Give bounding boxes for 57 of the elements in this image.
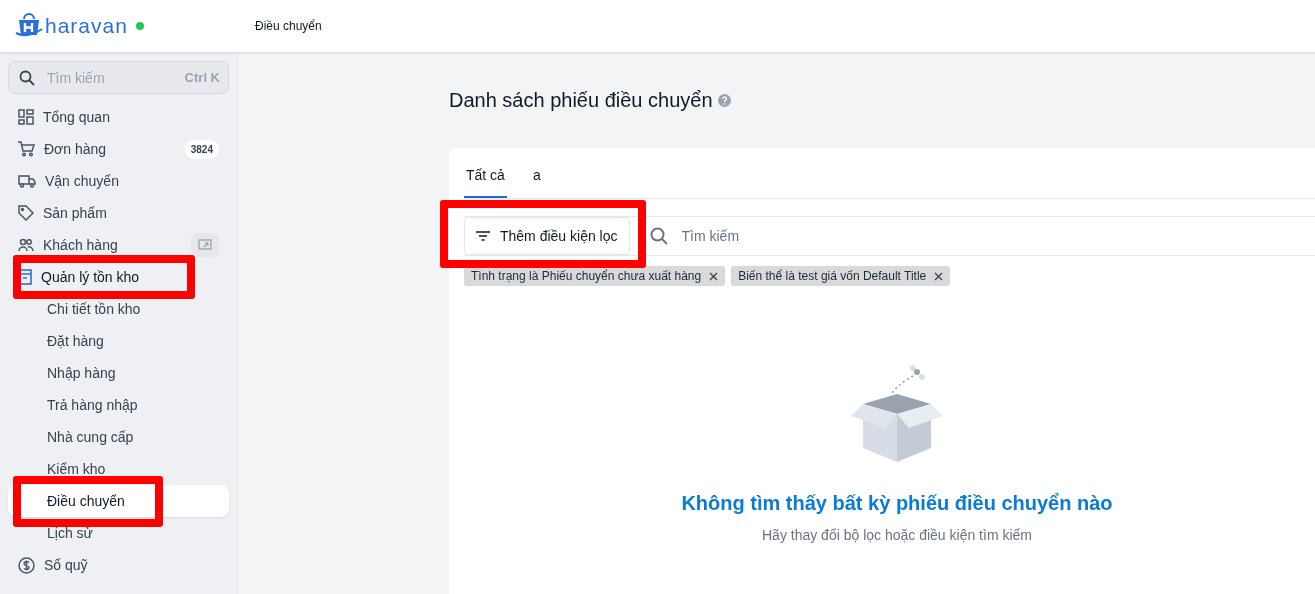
tab[interactable]: a	[530, 167, 543, 198]
nav-label: Nhập hàng	[47, 365, 116, 381]
nav-subitem[interactable]: Điều chuyển	[8, 485, 229, 517]
nav-label: Điều chuyển	[47, 493, 125, 509]
nav-label: Đơn hàng	[44, 141, 107, 157]
dashboard-icon	[18, 109, 34, 125]
nav-label: Vận chuyển	[45, 173, 119, 189]
nav-item[interactable]: Khách hàng	[8, 229, 229, 261]
nav-label: Quản lý tồn kho	[41, 269, 140, 285]
nav-subitem[interactable]: Kiểm kho	[8, 453, 229, 485]
nav-label: Kiểm kho	[47, 461, 106, 477]
close-icon[interactable]	[709, 271, 719, 281]
nav-item[interactable]: Sổ quỹ	[8, 549, 229, 581]
cart-icon	[18, 141, 35, 157]
brand-name: haravan	[45, 14, 128, 38]
nav-subitem[interactable]: Lịch sử	[8, 517, 229, 549]
count-badge: 3824	[184, 139, 219, 159]
nav-label: Sổ quỹ	[44, 557, 88, 573]
people-icon	[18, 237, 34, 253]
search-icon	[649, 227, 668, 245]
page-heading: Danh sách phiếu điều chuyển	[449, 88, 713, 112]
nav-item[interactable]: Đơn hàng 3824	[8, 133, 229, 165]
screen-icon	[198, 239, 212, 251]
nav-subitem[interactable]: Nhà cung cấp	[8, 421, 229, 453]
filter-chip-label: Biến thể là test giá vốn Default Title	[738, 269, 927, 283]
nav-label: Đặt hàng	[47, 333, 104, 349]
search-icon	[19, 69, 35, 86]
filter-icon	[476, 231, 490, 241]
nav-item[interactable]: Vận chuyển	[8, 165, 229, 197]
nav-label: Nhà cung cấp	[47, 429, 134, 445]
nav-subitem[interactable]: Nhập hàng	[8, 357, 229, 389]
add-filter-button[interactable]: Thêm điều kiện lọc	[464, 217, 630, 255]
search-input[interactable]: Tìm kiếm	[45, 68, 175, 87]
filter-chip-label: Tình trạng là Phiếu chuyển chưa xuất hàng	[471, 269, 702, 283]
nav-item[interactable]: Quản lý tồn kho	[8, 261, 229, 293]
nav-subitem[interactable]: Chi tiết tồn kho	[8, 293, 229, 325]
nav-subitem[interactable]: Trả hàng nhập	[8, 389, 229, 421]
nav-label: Tổng quan	[43, 109, 110, 125]
keyboard-shortcut: Ctrl K	[184, 70, 220, 85]
nav-label: Chi tiết tồn kho	[47, 301, 141, 317]
empty-state-message: Hãy thay đổi bộ lọc hoặc điều kiện tìm kiếm	[762, 527, 1032, 543]
nav-label: Lịch sử	[47, 525, 93, 541]
nav-item[interactable]: Tổng quan	[8, 101, 229, 133]
tab[interactable]: Tất cả	[464, 167, 507, 198]
nav-label: Sản phẩm	[43, 205, 107, 221]
page-title: Điều chuyển	[255, 19, 322, 33]
nav-label: Trả hàng nhập	[47, 397, 138, 413]
nav-item[interactable]: Sản phẩm	[8, 197, 229, 229]
tag-icon	[18, 205, 34, 221]
truck-icon	[18, 174, 36, 188]
nav-label: Khách hàng	[43, 237, 118, 253]
empty-state-title: Không tìm thấy bất kỳ phiếu điều chuyển nào	[681, 492, 1113, 515]
archive-icon	[18, 269, 32, 285]
dollar-coin-icon	[18, 556, 35, 574]
shopping-bag-logo-icon	[15, 13, 43, 39]
nav-subitem[interactable]: Đặt hàng	[8, 325, 229, 357]
close-icon[interactable]	[934, 271, 944, 281]
